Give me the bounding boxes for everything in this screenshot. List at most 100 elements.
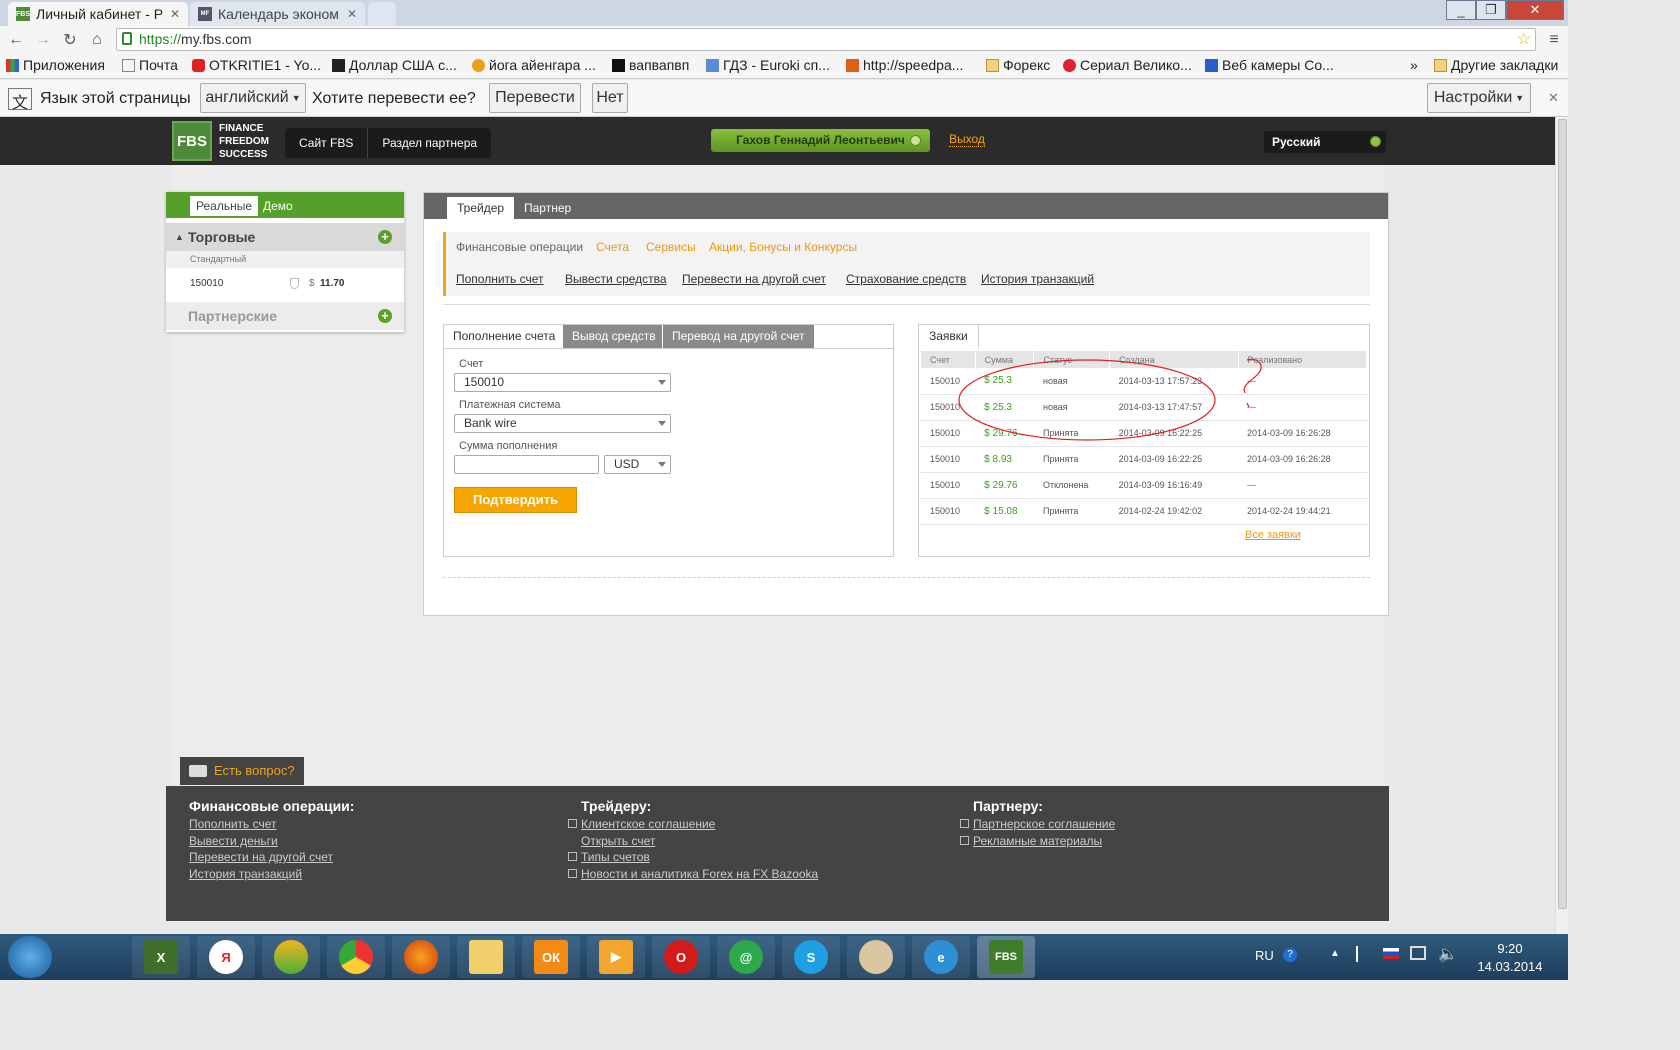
tab-deposit[interactable]: Пополнение счета (444, 325, 566, 348)
tab-real[interactable]: Реальные (190, 196, 259, 216)
account-row[interactable]: 150010 $ 11.70 (166, 269, 404, 298)
close-icon[interactable]: ✕ (170, 7, 180, 21)
bookmark-vapvap[interactable]: вапвапвп (612, 57, 689, 73)
taskbar-xmind[interactable]: X (132, 936, 190, 978)
nav-partner-section[interactable]: Раздел партнера (368, 128, 491, 158)
tab-partner[interactable]: Партнер (514, 197, 581, 219)
bookmark-forex[interactable]: Форекс (986, 57, 1050, 73)
show-hidden-icons-icon[interactable]: ▲ (1330, 948, 1340, 959)
bookmark-mail[interactable]: Почта (122, 57, 178, 73)
confirm-button[interactable]: Подтвердить (454, 487, 577, 513)
flag-icon[interactable] (1356, 946, 1370, 962)
user-menu-button[interactable]: Гахов Геннадий Леонтьевич (711, 129, 930, 152)
partner-section-header[interactable]: Партнерские + (166, 302, 404, 330)
taskbar-ie[interactable]: e (912, 936, 970, 978)
forward-arrow-icon[interactable]: → (33, 30, 53, 50)
tab-trader[interactable]: Трейдер (447, 197, 515, 219)
footer-link-history[interactable]: История транзакций (189, 867, 302, 881)
home-icon[interactable]: ⌂ (87, 30, 107, 50)
footer-link-open-account[interactable]: Открыть счет (581, 834, 655, 848)
footer-link-promo-materials[interactable]: Рекламные материалы (973, 834, 1102, 848)
url-input[interactable]: https://my.fbs.com ☆ (116, 28, 1536, 51)
bookmark-speedpa[interactable]: http://speedpa... (846, 57, 963, 73)
close-window-button[interactable]: ✕ (1506, 0, 1564, 20)
browser-tab-calendar[interactable]: MF Календарь эконом ✕ (190, 2, 365, 26)
help-icon[interactable]: ? (1283, 948, 1297, 962)
minimize-button[interactable]: _ (1446, 0, 1476, 20)
taskbar-app-green[interactable] (262, 936, 320, 978)
footer-link-client-agreement[interactable]: Клиентское соглашение (581, 817, 715, 831)
bookmark-apps[interactable]: Приложения (6, 57, 105, 73)
clock[interactable]: 9:20 14.03.2014 (1470, 940, 1550, 976)
taskbar-opera[interactable]: O (652, 936, 710, 978)
amount-input[interactable] (454, 455, 599, 474)
language-select[interactable]: Русский (1264, 131, 1386, 153)
taskbar-fbs[interactable]: FBS (977, 936, 1035, 978)
new-tab-button[interactable] (368, 2, 396, 26)
taskbar-explorer[interactable] (457, 936, 515, 978)
currency-select[interactable]: USD (604, 455, 671, 474)
tab-withdrawal[interactable]: Вывод средств (563, 325, 665, 348)
menu-deposit[interactable]: Пополнить счет (456, 272, 544, 286)
tab-transfer[interactable]: Перевод на другой счет (662, 325, 814, 348)
volume-icon[interactable]: 🔈 (1438, 944, 1458, 964)
settings-button[interactable]: Настройки ▼ (1427, 83, 1531, 113)
footer-link-deposit[interactable]: Пополнить счет (189, 817, 277, 831)
network-icon[interactable] (1410, 946, 1426, 960)
menu-icon[interactable]: ≡ (1544, 30, 1564, 50)
back-arrow-icon[interactable]: ← (6, 30, 26, 50)
payment-system-select[interactable]: Bank wire (454, 414, 671, 433)
reload-icon[interactable]: ↻ (60, 30, 80, 50)
start-button[interactable] (8, 936, 52, 978)
menu-transfer[interactable]: Перевести на другой счет (682, 272, 826, 286)
bookmark-youtube[interactable]: OTKRITIE1 - Yo... (192, 57, 321, 73)
account-select[interactable]: 150010 (454, 373, 671, 392)
footer-link-news[interactable]: Новости и аналитика Forex на FX Bazooka (581, 867, 818, 881)
ask-question-button[interactable]: Есть вопрос? (180, 757, 304, 785)
bookmark-investing[interactable]: Доллар США с... (332, 57, 457, 73)
menu-transaction-history[interactable]: История транзакций (981, 272, 1094, 286)
other-bookmarks[interactable]: Другие закладки (1434, 57, 1558, 73)
taskbar-media-player[interactable]: ▶ (587, 936, 645, 978)
taskbar-chrome[interactable] (327, 936, 385, 978)
trading-section-header[interactable]: ▲ Торговые + (166, 223, 404, 251)
menu-promotions[interactable]: Акции, Бонусы и Конкурсы (709, 240, 857, 254)
close-icon[interactable]: ✕ (347, 7, 357, 21)
language-flag-icon[interactable] (1383, 948, 1399, 959)
menu-insurance[interactable]: Страхование средств (846, 272, 966, 286)
logout-link[interactable]: Выход (949, 132, 985, 147)
no-button[interactable]: Нет (592, 83, 628, 113)
taskbar-yandex[interactable]: Я (197, 936, 255, 978)
all-orders-link[interactable]: Все заявки (1245, 529, 1301, 541)
maximize-button[interactable]: ❐ (1476, 0, 1506, 20)
browser-tab-cabinet[interactable]: FBS Личный кабинет - Р ✕ (8, 2, 188, 26)
taskbar-mail-agent[interactable]: @ (717, 936, 775, 978)
footer-link-partner-agreement[interactable]: Партнерское соглашение (973, 817, 1115, 831)
bookmarks-more-button[interactable]: » (1410, 57, 1418, 73)
footer-link-withdraw[interactable]: Вывести деньги (189, 834, 278, 848)
bookmark-serial[interactable]: Сериал Велико... (1063, 57, 1192, 73)
close-icon[interactable]: ✕ (1548, 90, 1559, 106)
bookmark-yoga[interactable]: йога айенгара ... (472, 57, 596, 73)
bookmark-webcams[interactable]: Веб камеры Со... (1205, 57, 1334, 73)
page-scrollbar[interactable] (1555, 117, 1568, 934)
taskbar-odnoklassniki[interactable]: ОК (522, 936, 580, 978)
tab-demo[interactable]: Демо (257, 196, 299, 216)
tab-orders[interactable]: Заявки (919, 325, 979, 348)
translate-button[interactable]: Перевести (489, 83, 581, 113)
taskbar-firefox[interactable] (392, 936, 450, 978)
bookmark-star-icon[interactable]: ☆ (1517, 29, 1531, 50)
fbs-logo[interactable]: FBS (172, 121, 212, 161)
taskbar-paint[interactable] (847, 936, 905, 978)
menu-accounts[interactable]: Счета (596, 240, 629, 254)
language-select[interactable]: английский ▼ (200, 83, 306, 113)
taskbar-skype[interactable]: S (782, 936, 840, 978)
bookmark-gdz[interactable]: ГДЗ - Euroki сп... (706, 57, 830, 73)
add-trading-account-icon[interactable]: + (378, 230, 392, 244)
footer-link-account-types[interactable]: Типы счетов (581, 850, 650, 864)
menu-withdraw[interactable]: Вывести средства (565, 272, 667, 286)
menu-financial-operations[interactable]: Финансовые операции (456, 240, 583, 254)
scrollbar-thumb[interactable] (1558, 119, 1567, 909)
input-language[interactable]: RU (1255, 948, 1274, 963)
footer-link-transfer[interactable]: Перевести на другой счет (189, 850, 333, 864)
